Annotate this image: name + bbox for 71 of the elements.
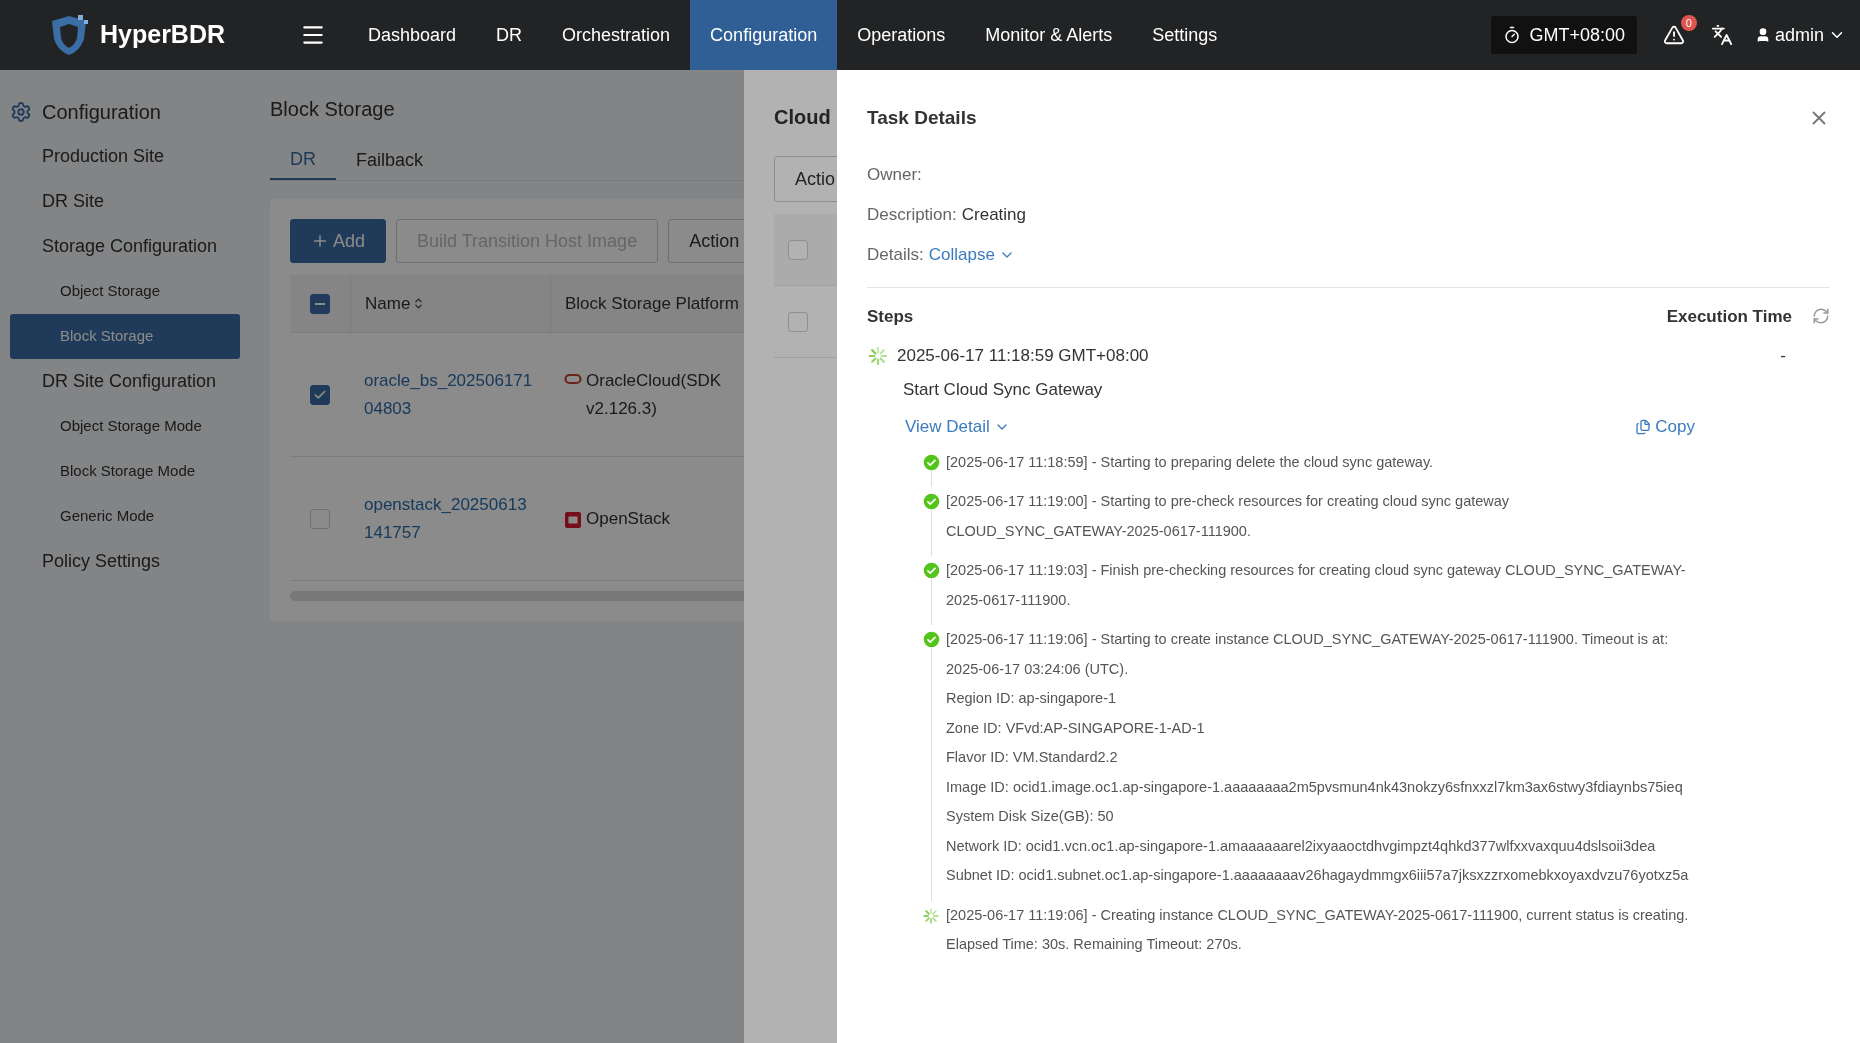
alert-icon[interactable] [1662,24,1685,46]
log-line: Region ID: ap-singapore-1 [946,689,1118,708]
log-line: Subnet ID: ocid1.subnet.oc1.ap-singapore-1.aaaaaaaav26hagaydmmgx6iii57a7jksxzzrxomebkxoyaxdvzu76yotxz5a [946,866,1690,885]
nav-tab[interactable]: DR [476,0,543,70]
name-link[interactable]: openstack_20250613141757 [364,490,536,547]
copy-link[interactable]: Copy [1635,414,1695,440]
tab[interactable]: DR [270,140,336,180]
gear-icon [10,101,32,123]
sidebar-subitem[interactable]: Object Storage Mode [10,404,240,449]
steps-header: Steps [867,305,915,328]
user-menu[interactable]: admin [1754,21,1846,49]
log-line: [2025-06-17 11:19:03] - Finish pre-checking resources for creating cloud sync gateway CLOUD_SYNC_GATEWAY-2025-0617-111900. [946,561,1687,610]
log-line: [2025-06-17 11:19:06] - Creating instance CLOUD_SYNC_GATEWAY-2025-0617-111900, current status is creating. [946,905,1690,925]
sidebar-item[interactable]: Policy Settings [10,539,240,584]
copy-icon [1635,418,1652,435]
field-label: Description: [867,203,957,226]
execution-time-header: Execution Time [1666,305,1792,328]
tab[interactable]: Failback [336,140,444,180]
sidebar-subitem[interactable]: Block Storage Mode [10,449,240,494]
log-line: Elapsed Time: 30s. Remaining Timeout: 270s. [946,935,1243,954]
square-logo-icon [564,510,582,529]
timezone-button[interactable]: GMT+08:00 [1491,16,1637,54]
toolbar-button[interactable]: Add [290,219,387,263]
sidebar-subitem[interactable]: Object Storage [10,269,240,314]
app-logo-text: HyperBDR [100,19,226,51]
log-line: [2025-06-17 11:19:06] - Starting to create instance CLOUD_SYNC_GATEWAY-2025-0617-111900. Timeout is at: 2025-06-17 03:24:06 (UTC). [946,630,1670,679]
nav-tab[interactable]: Operations [837,0,966,70]
platform-cell-text: OracleCloud(SDK v2.126.3) [586,369,723,420]
step-time: 2025-06-17 11:18:59 GMT+08:00 [897,345,1150,367]
plus-icon [311,232,329,250]
language-icon[interactable] [1710,24,1733,46]
sidebar-subitem[interactable]: Block Storage [10,314,240,359]
nav-tab[interactable]: Orchestration [542,0,691,70]
step-name: Start Cloud Sync Gateway [903,378,1104,401]
timer-icon [1503,26,1522,44]
minus-icon [315,302,325,305]
view-detail-link[interactable]: View Detail [905,414,1010,440]
field-label: Owner: [867,163,922,186]
log-line: [2025-06-17 11:18:59] - Starting to preparing delete the cloud sync gateway. [946,452,1435,472]
nav-tab[interactable]: Monitor & Alerts [965,0,1133,70]
execution-time: - [1780,345,1786,367]
nav-tab[interactable]: Settings [1132,0,1238,70]
checkbox[interactable] [310,293,330,314]
column-header: Block Storage Platform [565,292,739,315]
log-line: [2025-06-17 11:19:00] - Starting to pre-check resources for creating cloud sync gateway CLOUD_SYNC_GATEWAY-2025-0617-111900. [946,492,1511,541]
field-value: Creating [961,203,1027,226]
sidebar-item[interactable]: Storage Configuration [10,224,240,269]
sidebar-item[interactable]: DR Site Configuration [10,359,240,404]
platform-cell-text: OpenStack [586,507,671,530]
log-line: Network ID: ocid1.vcn.oc1.ap-singapore-1.amaaaaaarel2ixyaaoctdhvgimpzt4qhkd377wlfxxvaxquu4dslsoii3dea [946,836,1657,856]
sidebar-subitem[interactable]: Generic Mode [10,494,240,539]
oval-logo-icon [564,372,582,385]
log-line: Image ID: ocid1.image.oc1.ap-singapore-1.aaaaaaaa2m5pvsmun4nk43nokzy6sfnxxzl7km3ax6stwy3fdiaynbs75ieq [946,777,1684,797]
column-header: Name [365,292,411,315]
log-line: System Disk Size(GB): 50 [946,807,1115,826]
log-line: Zone ID: VFvd:AP-SINGAPORE-1-AD-1 [946,718,1206,738]
nav-tab[interactable]: Configuration [690,0,838,70]
collapse-link[interactable]: Collapse [928,241,1015,268]
drawer-title: Cloud [774,105,831,130]
checkbox[interactable] [310,384,330,405]
sidebar-title: Configuration [42,100,161,125]
sidebar-item[interactable]: DR Site [10,179,240,224]
drawer-title: Task Details [867,106,977,130]
alert-count-badge: 0 [1680,15,1697,31]
log-line: Flavor ID: VM.Standard2.2 [946,748,1119,767]
refresh-icon[interactable] [1812,307,1830,326]
page-title: Block Storage [270,97,395,122]
name-link[interactable]: oracle_bs_20250617104803 [364,366,536,423]
sidebar-item[interactable]: Production Site [10,134,240,179]
nav-tab[interactable]: Dashboard [348,0,477,70]
field-label: Details: [867,243,924,266]
